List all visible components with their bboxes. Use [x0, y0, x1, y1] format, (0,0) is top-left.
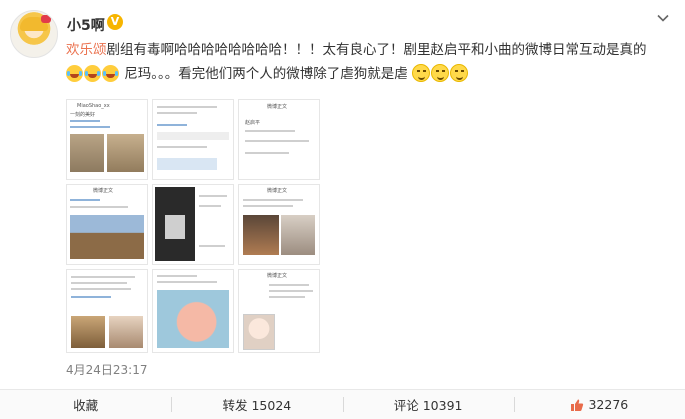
- thumbs-up-icon: [571, 399, 584, 411]
- collage-screenshot-2[interactable]: [152, 99, 234, 180]
- like-button[interactable]: 32276: [513, 390, 685, 419]
- collage-screenshot-1[interactable]: MiaoShao_xx 一刻的美好: [66, 99, 148, 180]
- avatar-bow: [41, 15, 51, 23]
- repost-label: 转发 15024: [222, 398, 292, 413]
- collage-screenshot-6[interactable]: 微博正文: [238, 184, 320, 265]
- verified-badge-icon: V: [107, 14, 123, 30]
- collage-screenshot-9[interactable]: 微博正文: [238, 269, 320, 353]
- post-text-line1: 剧组有毒啊哈哈哈哈哈哈哈哈！！！太有良心了！剧里赵启平和小曲的微博日常互动是真的: [106, 42, 647, 58]
- shot7-title: 微博正文: [267, 273, 288, 279]
- favorite-label: 收藏: [73, 398, 99, 413]
- shot4-title: 微博正文: [93, 188, 114, 194]
- comment-label: 评论 10391: [393, 398, 463, 413]
- collage-screenshot-3[interactable]: 微博正文 赵启平: [238, 99, 320, 180]
- topic-mention-link[interactable]: 欢乐颂: [66, 42, 107, 58]
- collage-screenshot-4[interactable]: 微博正文: [66, 184, 148, 265]
- shot1-text: 一刻的美好: [70, 112, 96, 118]
- shot3-user: 赵启平: [245, 120, 261, 126]
- sly-smile-emoji: [412, 64, 431, 82]
- avatar[interactable]: [10, 10, 58, 58]
- like-count: 32276: [588, 397, 629, 412]
- laugh-emoji: [84, 65, 101, 82]
- username[interactable]: 小5啊: [67, 15, 105, 35]
- shot6-title: 微博正文: [267, 188, 288, 194]
- post-text-line2: 尼玛。。。看完他们两个人的微博除了虐狗就是虐: [124, 66, 408, 82]
- laugh-emoji: [102, 65, 119, 82]
- collage-screenshot-7[interactable]: [66, 269, 148, 353]
- sly-smile-emoji: [450, 64, 469, 82]
- chevron-down-icon[interactable]: [657, 12, 669, 24]
- shot3-title: 微博正文: [267, 104, 288, 110]
- action-bar: 收藏 转发 15024 评论 10391 32276: [0, 389, 685, 419]
- laugh-emoji: [66, 65, 83, 82]
- repost-button[interactable]: 转发 15024: [171, 390, 342, 419]
- comment-button[interactable]: 评论 10391: [342, 390, 514, 419]
- post-image-collage[interactable]: MiaoShao_xx 一刻的美好 微博正文 赵启平 微博正文 微博正文 微博正…: [64, 97, 320, 353]
- collage-screenshot-8[interactable]: [152, 269, 234, 353]
- shot1-username: MiaoShao_xx: [77, 103, 110, 109]
- favorite-button[interactable]: 收藏: [0, 390, 171, 419]
- collage-screenshot-5[interactable]: [152, 184, 234, 265]
- sly-smile-emoji: [431, 64, 450, 82]
- post-text: 欢乐颂剧组有毒啊哈哈哈哈哈哈哈哈！！！太有良心了！剧里赵启平和小曲的微博日常互动…: [66, 38, 678, 86]
- post-timestamp[interactable]: 4月24日23:17: [66, 361, 148, 378]
